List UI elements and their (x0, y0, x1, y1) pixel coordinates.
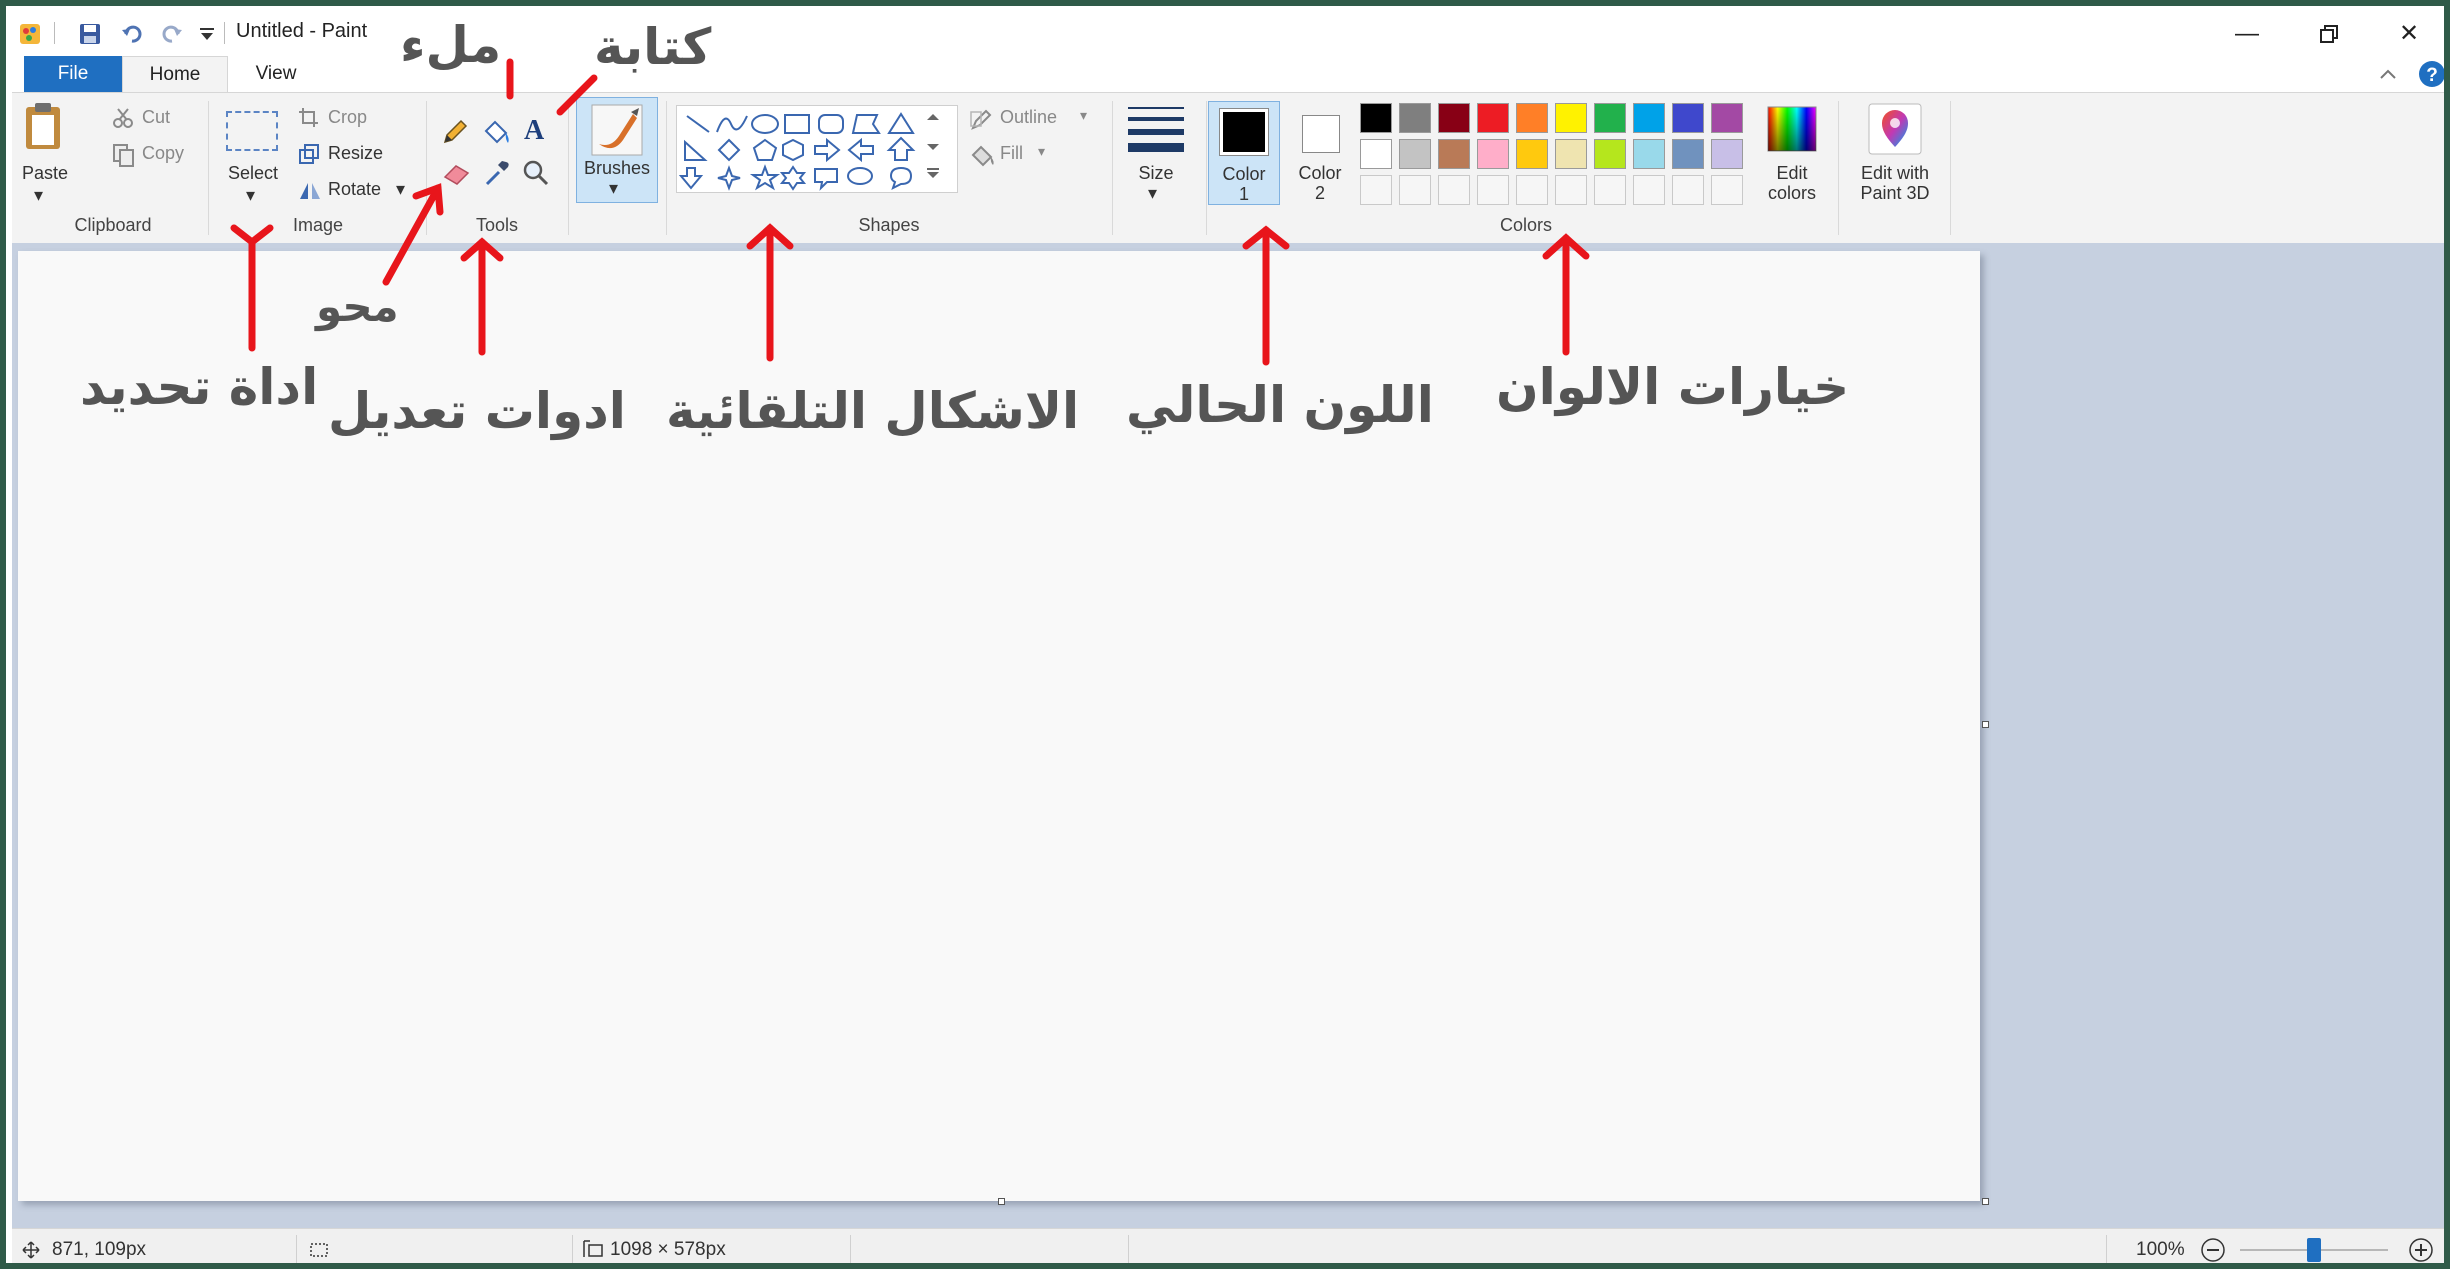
annotation-erase: محو (316, 282, 399, 331)
annotation-arrows (230, 58, 1590, 366)
arrow-text (556, 74, 598, 116)
annotation-fill: ملء (400, 16, 502, 74)
annotation-shapes: الاشكال التلقائية (666, 382, 1080, 440)
annotation-current-color: اللون الحالي (1126, 376, 1434, 434)
annotation-text: كتابة (594, 18, 712, 76)
annotation-edit-tools: ادوات تعديل (328, 382, 626, 440)
annotation-color-options: خيارات الالوان (1496, 358, 1850, 416)
annotation-select-tool: اداة تحديد (80, 358, 319, 416)
arrow-eraser (382, 184, 442, 286)
